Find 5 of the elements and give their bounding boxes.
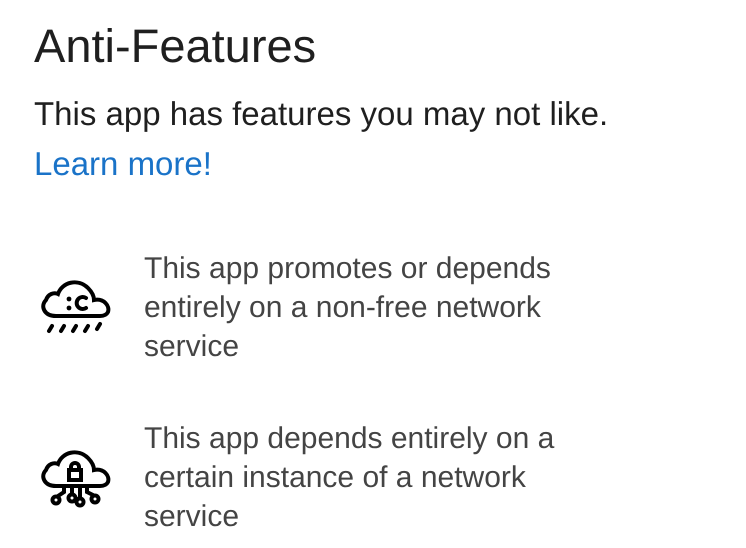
learn-more-link[interactable]: Learn more! bbox=[34, 145, 212, 182]
section-title: Anti-Features bbox=[34, 18, 318, 74]
feature-description: This app depends entirely on a certain instance of a network service bbox=[144, 421, 556, 535]
feature-description: This app promotes or depends entirely on a non-free network service bbox=[144, 251, 552, 365]
intro-text: This app has features you may not like. Learn more! bbox=[34, 94, 610, 184]
